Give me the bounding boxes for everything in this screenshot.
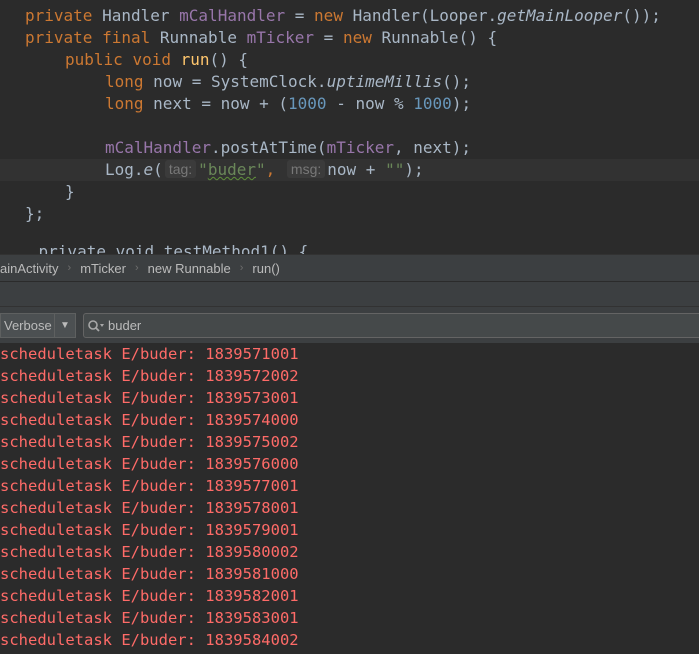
- code-line-4[interactable]: long now = SystemClock.uptimeMillis();: [105, 71, 471, 93]
- logcat-search-box[interactable]: [83, 313, 699, 338]
- breadcrumb-item-class[interactable]: ainActivity: [0, 261, 59, 276]
- breadcrumb-item-method[interactable]: run(): [252, 261, 279, 276]
- string-literal: buder: [207, 160, 256, 179]
- log-line[interactable]: scheduletask E/buder: 1839572002: [0, 365, 299, 387]
- code-line-6[interactable]: mCalHandler.postAtTime(mTicker, next);: [105, 137, 471, 159]
- field-name: mTicker: [326, 138, 394, 157]
- expression: now +: [327, 160, 376, 179]
- keyword: void: [132, 50, 171, 69]
- log-line[interactable]: scheduletask E/buder: 1839583001: [0, 607, 299, 629]
- punctuation: ());: [622, 6, 661, 25]
- search-icon[interactable]: [84, 314, 108, 337]
- punctuation: () {: [209, 50, 249, 69]
- method-call: e: [143, 160, 154, 179]
- breadcrumb-item-anon-class[interactable]: new Runnable: [148, 261, 231, 276]
- method-call: uptimeMillis: [326, 72, 443, 91]
- parameter-hint-msg: msg:: [286, 160, 326, 178]
- code-line-9[interactable]: };: [25, 203, 44, 225]
- log-line[interactable]: scheduletask E/buder: 1839584002: [0, 629, 299, 651]
- punctuation: (: [153, 160, 163, 179]
- log-line[interactable]: scheduletask E/buder: 1839580002: [0, 541, 299, 563]
- code-line-7[interactable]: Log.e(tag: "buder", msg: now + "");: [105, 159, 424, 181]
- keyword: new: [314, 6, 343, 25]
- punctuation: , next);: [394, 138, 472, 157]
- number-literal: 1000: [288, 94, 327, 113]
- code-line-2[interactable]: private final Runnable mTicker = new Run…: [25, 27, 497, 49]
- number-literal: 1000: [413, 94, 452, 113]
- log-line[interactable]: scheduletask E/buder: 1839582001: [0, 585, 299, 607]
- punctuation: );: [404, 160, 424, 179]
- string-quote: ": [255, 160, 266, 179]
- log-line[interactable]: scheduletask E/buder: 1839579001: [0, 519, 299, 541]
- log-level-label: Verbose: [4, 318, 52, 333]
- log-line[interactable]: scheduletask E/buder: 1839576000: [0, 453, 299, 475]
- breadcrumb-item-field[interactable]: mTicker: [80, 261, 126, 276]
- keyword: long: [105, 72, 144, 91]
- keyword: final: [102, 28, 151, 47]
- code-line-8[interactable]: }: [65, 181, 75, 203]
- log-line[interactable]: scheduletask E/buder: 1839574000: [0, 409, 299, 431]
- log-line[interactable]: scheduletask E/buder: 1839573001: [0, 387, 299, 409]
- constructor-call: Handler(Looper.: [352, 6, 498, 25]
- punctuation: ();: [442, 72, 472, 91]
- expression: - now %: [336, 94, 404, 113]
- breadcrumb-separator: ›: [134, 262, 139, 274]
- keyword: new: [342, 28, 372, 47]
- method-call: getMainLooper: [497, 6, 623, 25]
- field-name: mCalHandler: [179, 6, 286, 25]
- field-name: mTicker: [246, 28, 315, 47]
- operator: =: [323, 28, 334, 47]
- log-line[interactable]: scheduletask E/buder: 1839575002: [0, 431, 299, 453]
- type-name: Runnable: [159, 28, 237, 47]
- log-line[interactable]: scheduletask E/buder: 1839581000: [0, 563, 299, 585]
- method-declaration: run: [180, 50, 210, 69]
- operator: =: [294, 6, 305, 25]
- keyword: public: [65, 50, 123, 69]
- keyword: long: [105, 94, 144, 113]
- punctuation: ,: [265, 160, 276, 179]
- method-call: .postAtTime(: [210, 138, 327, 157]
- expression: now = SystemClock.: [153, 72, 327, 91]
- constructor-call: Runnable() {: [381, 28, 498, 47]
- logcat-toolbar: Verbose ▼: [0, 306, 699, 343]
- chevron-down-icon: ▼: [54, 314, 75, 337]
- breadcrumb: ainActivity › mTicker › new Runnable › r…: [0, 254, 699, 281]
- code-line-1[interactable]: private Handler mCalHandler = new Handle…: [25, 5, 661, 27]
- log-line[interactable]: scheduletask E/buder: 1839571001: [0, 343, 299, 365]
- log-line[interactable]: scheduletask E/buder: 1839578001: [0, 497, 299, 519]
- punctuation: );: [451, 94, 472, 113]
- field-name: mCalHandler: [105, 138, 211, 157]
- string-quote: ": [198, 160, 208, 179]
- expression: next = now + (: [153, 94, 289, 113]
- string-literal: "": [385, 160, 405, 179]
- search-input[interactable]: [108, 315, 699, 336]
- breadcrumb-separator: ›: [67, 262, 72, 274]
- panel-divider: [0, 281, 699, 306]
- log-level-dropdown[interactable]: Verbose ▼: [0, 313, 76, 338]
- breadcrumb-separator: ›: [239, 262, 244, 274]
- logcat-output[interactable]: scheduletask E/buder: 1839571001 schedul…: [0, 343, 699, 654]
- code-line-3[interactable]: public void run() {: [65, 49, 248, 71]
- type-name: Handler: [102, 6, 170, 25]
- keyword: private: [25, 6, 93, 25]
- code-line-5[interactable]: long next = now + (1000 - now % 1000);: [105, 93, 471, 115]
- keyword: private: [25, 28, 93, 47]
- code-line-cut[interactable]: private void testMethod1() {: [0, 241, 309, 254]
- class-reference: Log.: [105, 160, 144, 179]
- parameter-hint-tag: tag:: [164, 160, 197, 178]
- log-line[interactable]: scheduletask E/buder: 1839577001: [0, 475, 299, 497]
- code-editor[interactable]: private Handler mCalHandler = new Handle…: [0, 0, 699, 254]
